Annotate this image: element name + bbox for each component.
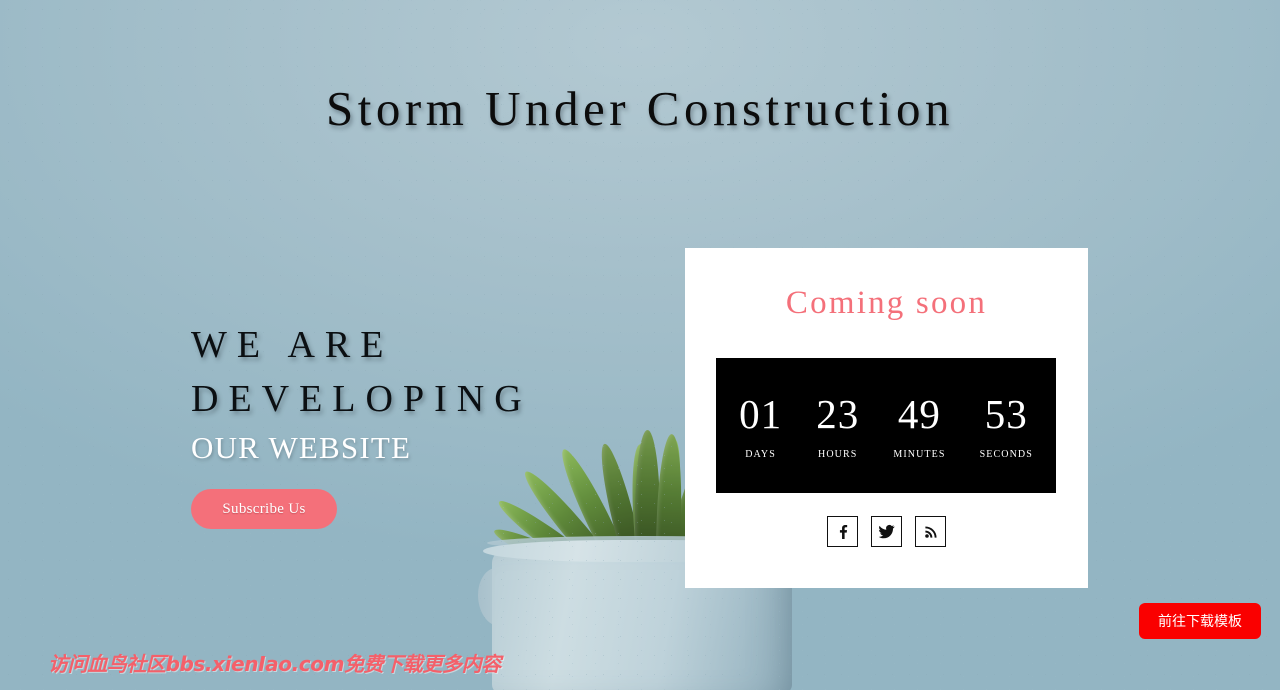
hero-line-we-are: WE ARE (191, 324, 394, 366)
countdown-label-seconds: Seconds (979, 445, 1033, 461)
hero-text-block: WE ARE DEVELOPING OUR WEBSITE Subscribe … (191, 318, 532, 529)
plant-leaf (655, 433, 684, 571)
plant-leaf (649, 437, 686, 572)
countdown-value-hours: 23 (816, 390, 860, 437)
coming-soon-heading: Coming soon (785, 285, 988, 321)
plant-leaf (490, 522, 586, 579)
plant-leaf (553, 444, 633, 576)
plant-leaf (593, 441, 647, 573)
countdown-value-days: 01 (739, 390, 783, 437)
pot-handle (478, 568, 518, 626)
hero-line-developing: DEVELOPING (191, 378, 532, 420)
countdown-label-days: Days (745, 445, 776, 461)
rss-link[interactable] (915, 516, 946, 547)
watermark-text: 访问血鸟社区bbs.xienIao.com免费下载更多内容 (48, 652, 501, 676)
plant-leaf (517, 464, 617, 578)
facebook-icon (835, 524, 851, 540)
countdown-timer: 01 Days 23 Hours 49 Minutes 53 Seconds (716, 358, 1056, 493)
countdown-value-minutes: 49 (897, 390, 941, 437)
countdown-unit-seconds: 53 Seconds (980, 390, 1033, 462)
plant-leaf (628, 443, 661, 571)
hero-line-our-website: OUR WEBSITE (191, 430, 412, 465)
facebook-link[interactable] (827, 516, 858, 547)
countdown-unit-days: 01 Days (739, 390, 782, 462)
rss-icon (923, 524, 939, 540)
page-title: Storm Under Construction (326, 81, 954, 136)
countdown-value-seconds: 53 (984, 390, 1028, 437)
social-links (685, 516, 1088, 547)
twitter-icon (878, 523, 895, 540)
countdown-label-hours: Hours (818, 445, 858, 461)
countdown-unit-minutes: 49 Minutes (893, 390, 945, 462)
countdown-unit-hours: 23 Hours (816, 390, 859, 462)
plant-leaf (635, 430, 660, 570)
twitter-link[interactable] (871, 516, 902, 547)
download-template-button[interactable]: 前往下载模板 (1139, 603, 1261, 639)
coming-soon-card: Coming soon 01 Days 23 Hours 49 Minutes … (685, 248, 1088, 588)
countdown-label-minutes: Minutes (893, 445, 946, 461)
subscribe-button[interactable]: Subscribe Us (191, 489, 337, 529)
